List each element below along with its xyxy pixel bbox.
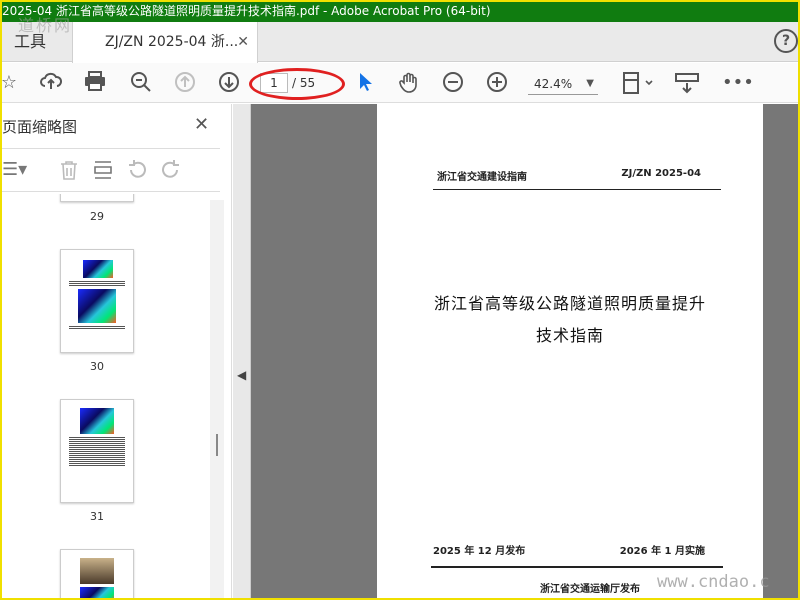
tab-document[interactable]: ZJ/ZN 2025-04 浙... ✕ — [72, 22, 258, 63]
thumbnail-label: 31 — [90, 510, 104, 523]
header-rule — [433, 189, 721, 190]
next-page-icon[interactable] — [216, 71, 242, 95]
zoom-level-select[interactable]: 42.4% ▼ — [528, 73, 598, 95]
delete-page-icon[interactable] — [58, 159, 80, 186]
acrobat-window: 2025-04 浙江省高等级公路隧道照明质量提升技术指南.pdf - Adobe… — [2, 2, 798, 598]
zoom-level-value: 42.4% — [534, 77, 573, 91]
print-icon[interactable] — [82, 71, 108, 95]
effective-date: 2026 年 1 月实施 — [619, 546, 705, 557]
options-menu-icon[interactable]: ☰▾ — [2, 159, 27, 180]
previous-page-icon[interactable] — [172, 71, 198, 95]
watermark-top: 道桥网 — [18, 16, 73, 35]
thumbnail-figure — [80, 587, 114, 598]
scrollbar-grip[interactable] — [216, 434, 218, 456]
cloud-upload-icon[interactable] — [38, 71, 64, 95]
hand-tool-icon[interactable] — [396, 71, 422, 95]
pdf-page: 浙江省交通建设指南 ZJ/ZN 2025-04 浙江省高等级公路隧道照明质量提升… — [377, 104, 763, 598]
select-arrow-icon[interactable] — [352, 71, 378, 95]
bookmark-star-icon[interactable]: ☆ — [2, 71, 22, 95]
window-title: 2025-04 浙江省高等级公路隧道照明质量提升技术指南.pdf - Adobe… — [2, 4, 491, 18]
thumbnail-label: 30 — [90, 360, 104, 373]
header-right: ZJ/ZN 2025-04 — [621, 168, 701, 179]
watermark-bottom: www.cndao.c — [657, 572, 770, 592]
thumbnail-figure — [83, 260, 113, 278]
tab-close-icon[interactable]: ✕ — [237, 22, 249, 62]
main-toolbar: ☆ 1 / 55 42.4% ▼ ••• — [2, 63, 798, 103]
doc-title-line2: 技术指南 — [535, 326, 604, 345]
panel-splitter[interactable]: ◀ — [233, 104, 251, 598]
title-bar: 2025-04 浙江省高等级公路隧道照明质量提升技术指南.pdf - Adobe… — [2, 2, 798, 22]
thumbnail-scrollbar[interactable] — [210, 200, 224, 598]
rotate-left-icon[interactable] — [126, 159, 148, 186]
thumbnail-list: 29 30 31 — [2, 194, 208, 598]
tab-document-label: ZJ/ZN 2025-04 浙... — [105, 34, 239, 50]
page-fit-icon[interactable] — [618, 71, 658, 95]
thumbnail-page-30[interactable] — [60, 249, 134, 353]
document-viewport[interactable]: 浙江省交通建设指南 ZJ/ZN 2025-04 浙江省高等级公路隧道照明质量提升… — [251, 104, 798, 598]
doc-title-line1: 浙江省高等级公路隧道照明质量提升 — [433, 294, 706, 313]
rotate-right-icon[interactable] — [160, 159, 182, 186]
thumbnail-page-32[interactable] — [60, 549, 134, 598]
thumbnail-toolbar: ☰▾ — [2, 148, 220, 192]
insert-page-icon[interactable] — [92, 159, 114, 186]
zoom-search-icon[interactable] — [128, 71, 154, 95]
panel-title: 页面缩略图 — [2, 118, 78, 136]
zoom-in-icon[interactable] — [484, 71, 510, 95]
thumbnail-page-29[interactable] — [60, 194, 134, 202]
red-highlight-ellipse — [249, 68, 345, 100]
thumbnail-panel: 页面缩略图 ✕ ☰▾ 29 30 31 — [2, 104, 232, 598]
footer-rule — [431, 566, 723, 568]
more-options-icon[interactable]: ••• — [722, 71, 754, 95]
tab-bar: 工具 ZJ/ZN 2025-04 浙... ✕ ? — [2, 22, 798, 63]
help-icon[interactable]: ? — [774, 29, 798, 53]
panel-close-icon[interactable]: ✕ — [194, 114, 209, 135]
thumbnail-label: 29 — [90, 210, 104, 223]
collapse-arrow-icon[interactable]: ◀ — [237, 368, 246, 382]
zoom-out-icon[interactable] — [440, 71, 466, 95]
thumbnail-figure — [80, 408, 114, 434]
keyboard-scroll-icon[interactable] — [674, 71, 700, 95]
issue-date: 2025 年 12 月发布 — [433, 546, 526, 557]
thumbnail-figure — [80, 558, 114, 584]
chevron-down-icon: ▼ — [586, 78, 594, 89]
header-left: 浙江省交通建设指南 — [437, 172, 527, 183]
thumbnail-page-31[interactable] — [60, 399, 134, 503]
thumbnail-figure — [78, 289, 116, 323]
